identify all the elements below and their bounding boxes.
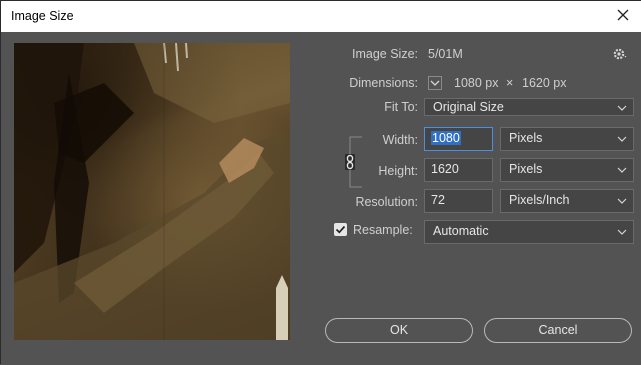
image-size-dialog: Image Size Image Size: 5/01M Dimensions:… bbox=[0, 0, 641, 365]
resample-checkbox[interactable] bbox=[334, 223, 347, 236]
resample-select[interactable]: Automatic bbox=[424, 220, 634, 244]
chevron-down-icon bbox=[617, 229, 627, 235]
dimension-width-value: 1080 px bbox=[454, 76, 499, 90]
title-bar: Image Size bbox=[1, 1, 641, 32]
fit-to-label: Fit To: bbox=[384, 100, 418, 114]
checkmark-icon bbox=[335, 225, 346, 234]
resolution-unit-select[interactable]: Pixels/Inch bbox=[500, 189, 634, 213]
width-label: Width: bbox=[382, 133, 418, 147]
width-unit-select[interactable]: Pixels bbox=[500, 127, 634, 151]
fit-to-value: Original Size bbox=[433, 100, 504, 114]
dimensions-label: Dimensions: bbox=[349, 76, 418, 90]
height-value: 1620 bbox=[431, 162, 459, 176]
image-size-label: Image Size: bbox=[351, 47, 418, 61]
height-unit-value: Pixels bbox=[509, 162, 543, 176]
chevron-down-icon bbox=[617, 136, 627, 142]
close-icon[interactable] bbox=[614, 6, 632, 24]
chevron-down-icon bbox=[617, 198, 627, 204]
chevron-down-icon bbox=[617, 167, 627, 173]
height-input[interactable]: 1620 bbox=[424, 158, 493, 182]
resolution-input[interactable]: 72 bbox=[424, 189, 493, 213]
dialog-title: Image Size bbox=[11, 9, 74, 23]
height-label: Height: bbox=[378, 164, 418, 178]
resolution-label: Resolution: bbox=[355, 195, 418, 209]
chevron-down-icon bbox=[617, 105, 627, 111]
chevron-down-icon[interactable] bbox=[428, 76, 442, 90]
dimension-times: × bbox=[506, 76, 514, 90]
ok-button[interactable]: OK bbox=[325, 318, 473, 343]
preview-image bbox=[14, 43, 290, 340]
image-preview[interactable] bbox=[14, 43, 290, 340]
fit-to-select[interactable]: Original Size bbox=[424, 98, 634, 116]
cancel-button[interactable]: Cancel bbox=[484, 318, 632, 343]
resolution-unit-value: Pixels/Inch bbox=[509, 193, 570, 207]
resample-label: Resample: bbox=[353, 223, 413, 237]
height-unit-select[interactable]: Pixels bbox=[500, 158, 634, 182]
dialog-body: Image Size: 5/01M Dimensions: 1080 px × … bbox=[1, 32, 641, 365]
width-unit-value: Pixels bbox=[509, 131, 543, 145]
width-input[interactable]: 1080 bbox=[424, 127, 493, 151]
resolution-value: 72 bbox=[431, 193, 445, 207]
dimension-height-value: 1620 px bbox=[522, 76, 567, 90]
width-value: 1080 bbox=[431, 131, 461, 145]
chain-link-icon[interactable] bbox=[342, 136, 364, 188]
gear-icon[interactable] bbox=[613, 47, 629, 61]
resample-value: Automatic bbox=[433, 224, 489, 238]
image-size-value: 5/01M bbox=[428, 47, 463, 61]
